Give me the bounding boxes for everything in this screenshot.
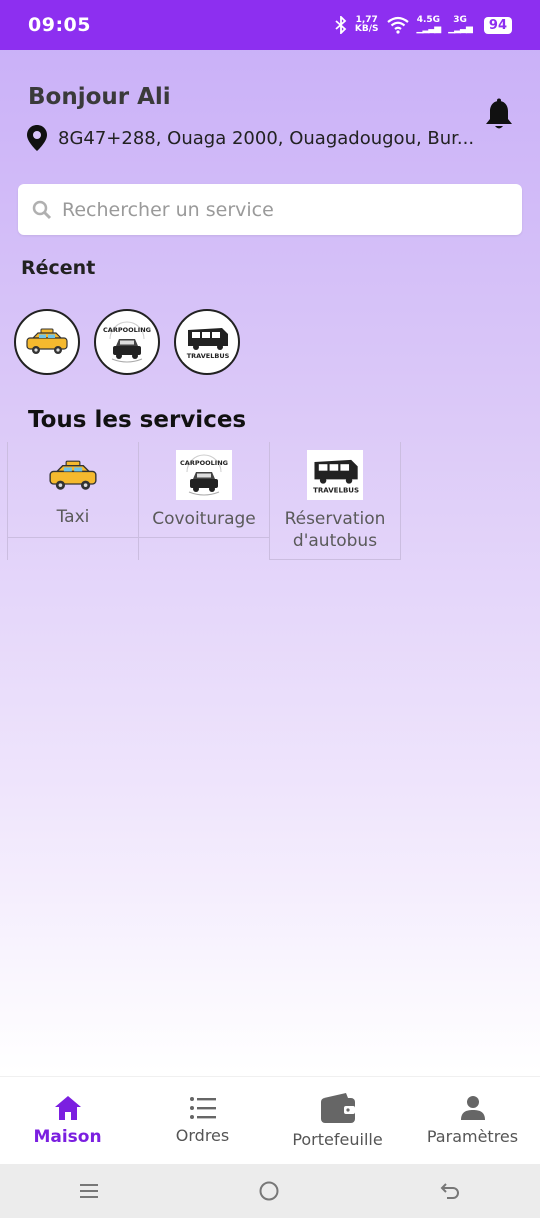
greeting: Bonjour Ali <box>28 84 171 110</box>
grid-spacer <box>139 538 270 560</box>
taxi-icon <box>49 460 97 490</box>
grid-spacer <box>7 538 139 560</box>
service-reservation-autobus[interactable]: TRAVELBUS Réservation d'autobus <box>270 442 401 560</box>
svg-text:CARPOOLING: CARPOOLING <box>103 326 151 334</box>
svg-text:CARPOOLING: CARPOOLING <box>180 459 228 467</box>
status-time: 09:05 <box>28 14 91 36</box>
menu-icon[interactable] <box>79 1182 99 1200</box>
list-icon <box>189 1097 216 1119</box>
status-icons: 1,77 KB/S 4.5G ▁▂▃▅ 3G ▁▂▃▅ 94 <box>335 16 512 34</box>
service-taxi[interactable]: Taxi <box>7 442 139 538</box>
back-icon[interactable] <box>439 1180 461 1202</box>
battery-indicator: 94 <box>483 16 512 34</box>
service-covoiturage-icon-wrap: CARPOOLING <box>176 450 232 500</box>
service-label: Taxi <box>56 507 90 527</box>
signal-1: 4.5G ▁▂▃▅ <box>416 15 442 34</box>
svg-text:TRAVELBUS: TRAVELBUS <box>187 352 230 360</box>
nav-label: Maison <box>33 1126 102 1147</box>
home-icon <box>54 1095 81 1120</box>
signal-2: 3G ▁▂▃▅ <box>448 15 473 34</box>
search-icon <box>32 200 52 219</box>
nav-label: Portefeuille <box>292 1130 383 1149</box>
nav-label: Paramètres <box>426 1127 519 1146</box>
nav-maison[interactable]: Maison <box>3 1095 133 1147</box>
status-bar: 09:05 1,77 KB/S 4.5G ▁▂▃▅ 3G ▁▂▃▅ 94 <box>0 0 540 50</box>
bluetooth-icon <box>335 16 347 34</box>
all-services-title: Tous les services <box>28 407 247 433</box>
location-pin-icon <box>27 125 47 151</box>
service-autobus-icon-wrap: TRAVELBUS <box>307 450 363 500</box>
search-bar[interactable] <box>18 184 522 235</box>
bottom-navigation: Maison Ordres Portefeuille Paramètres <box>0 1076 540 1164</box>
nav-parametres[interactable]: Paramètres <box>408 1095 538 1146</box>
carpooling-logo: CARPOOLING <box>179 450 229 500</box>
wallet-icon <box>320 1093 355 1123</box>
recent-item-travelbus[interactable]: TRAVELBUS <box>174 309 240 375</box>
nav-portefeuille[interactable]: Portefeuille <box>273 1092 403 1149</box>
nav-label: Ordres <box>175 1126 230 1145</box>
system-navigation <box>0 1164 540 1218</box>
notification-bell-icon[interactable] <box>484 98 514 136</box>
service-taxi-icon-wrap <box>45 458 101 494</box>
wifi-icon <box>386 16 409 34</box>
person-icon <box>460 1096 485 1120</box>
carpooling-logo: CARPOOLING <box>102 317 152 367</box>
home-circle-icon[interactable] <box>258 1180 280 1202</box>
service-label: Réservation d'autobus <box>284 509 386 551</box>
travelbus-logo: TRAVELBUS <box>182 322 232 362</box>
location-text: 8G47+288, Ouaga 2000, Ouagadougou, Bur..… <box>58 127 475 149</box>
travelbus-logo: TRAVELBUS <box>308 453 362 497</box>
recent-item-taxi[interactable] <box>14 309 80 375</box>
nav-ordres[interactable]: Ordres <box>138 1096 268 1145</box>
recent-title: Récent <box>21 257 96 279</box>
recent-list: CARPOOLING TRAVELBUS <box>14 309 240 375</box>
service-covoiturage[interactable]: CARPOOLING Covoiturage <box>139 442 270 538</box>
taxi-icon <box>26 328 68 354</box>
search-input[interactable] <box>62 198 482 221</box>
network-speed: 1,77 KB/S <box>354 15 379 34</box>
recent-item-carpooling[interactable]: CARPOOLING <box>94 309 160 375</box>
current-location[interactable]: 8G47+288, Ouaga 2000, Ouagadougou, Bur..… <box>26 124 474 152</box>
service-label: Covoiturage <box>152 509 256 529</box>
svg-text:TRAVELBUS: TRAVELBUS <box>313 485 359 494</box>
